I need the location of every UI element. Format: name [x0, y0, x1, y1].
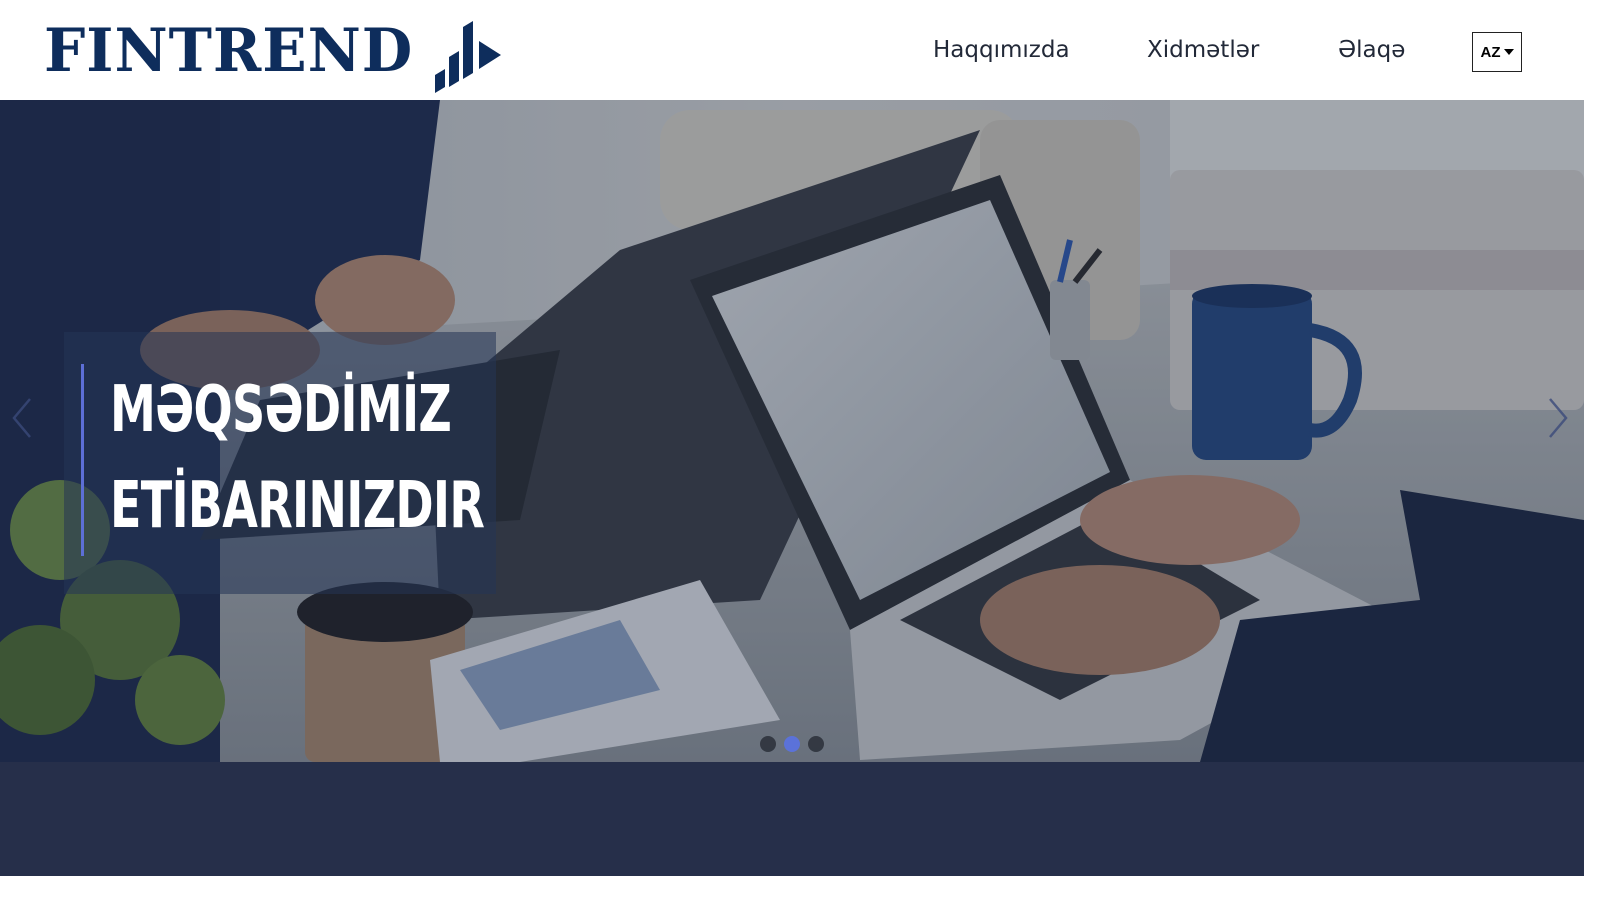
- caret-down-icon: [1503, 49, 1514, 55]
- chevron-right-icon[interactable]: [1546, 396, 1570, 440]
- slider-pagination: [760, 736, 824, 752]
- slider-dot-1[interactable]: [760, 736, 776, 752]
- hero-headline-line-2: ETİBARINIZDIR: [110, 469, 485, 543]
- main-nav: Haqqımızda Xidmətlər Əlaqə: [0, 0, 1600, 100]
- language-selected-label: AZ: [1480, 43, 1501, 61]
- caption-accent-rule: [81, 364, 84, 556]
- dark-band-section: [0, 762, 1584, 876]
- hero-headline-line-1: MƏQSƏDİMİZ: [110, 373, 452, 447]
- nav-link-services[interactable]: Xidmətlər: [1147, 37, 1259, 63]
- hero-slider: MƏQSƏDİMİZ ETİBARINIZDIR: [0, 100, 1584, 762]
- slider-dot-3[interactable]: [808, 736, 824, 752]
- chevron-left-icon[interactable]: [10, 396, 34, 440]
- slider-dot-2[interactable]: [784, 736, 800, 752]
- language-selector[interactable]: AZ: [1472, 32, 1522, 72]
- nav-link-contact[interactable]: Əlaqə: [1338, 37, 1405, 63]
- site-header: FINTREND Haqqımızda Xidmətlər Əlaqə AZ: [0, 0, 1600, 100]
- hero-caption: MƏQSƏDİMİZ ETİBARINIZDIR: [64, 332, 496, 594]
- nav-link-about[interactable]: Haqqımızda: [933, 37, 1070, 63]
